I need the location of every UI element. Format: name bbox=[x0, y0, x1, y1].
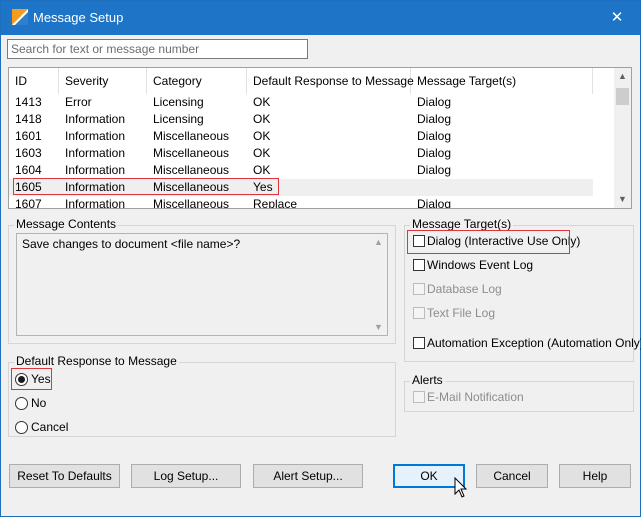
message-contents-text: Save changes to document <file name>? bbox=[22, 237, 241, 251]
message-contents-label: Message Contents bbox=[14, 217, 119, 231]
cell-default-response: Yes bbox=[253, 180, 273, 194]
scroll-thumb[interactable] bbox=[616, 88, 629, 105]
column-header-id[interactable]: ID bbox=[9, 68, 59, 94]
cell-default-response: OK bbox=[253, 95, 271, 109]
cell-severity: Information bbox=[65, 180, 126, 194]
windows-event-log-label[interactable]: Windows Event Log bbox=[427, 258, 533, 272]
cell-id: 1605 bbox=[15, 180, 42, 194]
cell-default-response: OK bbox=[253, 112, 271, 126]
cancel-radio-label[interactable]: Cancel bbox=[31, 420, 68, 434]
cell-message-targets: Dialog bbox=[417, 112, 452, 126]
help-button[interactable]: Help bbox=[559, 464, 631, 488]
scroll-up-icon[interactable]: ▲ bbox=[614, 68, 631, 85]
cell-severity: Information bbox=[65, 129, 126, 143]
alerts-label: Alerts bbox=[410, 373, 445, 387]
cell-id: 1604 bbox=[15, 163, 42, 177]
table-row[interactable]: 1413 Error Licensing OK Dialog bbox=[9, 94, 593, 111]
table-row[interactable]: 1603 Information Miscellaneous OK Dialog bbox=[9, 145, 593, 162]
default-response-label: Default Response to Message bbox=[14, 354, 179, 368]
radio-selected-dot bbox=[18, 376, 25, 383]
database-log-checkbox bbox=[413, 283, 425, 295]
scroll-up-icon: ▲ bbox=[374, 237, 383, 247]
cell-id: 1418 bbox=[15, 112, 42, 126]
cell-default-response: OK bbox=[253, 146, 271, 160]
cell-severity: Information bbox=[65, 163, 126, 177]
table-scrollbar[interactable]: ▲ ▼ bbox=[614, 68, 631, 208]
cell-id: 1603 bbox=[15, 146, 42, 160]
table-row[interactable]: 1601 Information Miscellaneous OK Dialog bbox=[9, 128, 593, 145]
search-input[interactable] bbox=[7, 39, 308, 59]
dialog-checkbox-label[interactable]: Dialog (Interactive Use Only) bbox=[427, 234, 580, 248]
yes-radio[interactable] bbox=[15, 373, 28, 386]
text-file-log-label: Text File Log bbox=[427, 306, 496, 320]
column-header-default-response[interactable]: Default Response to Message bbox=[247, 68, 414, 94]
alert-setup-button[interactable]: Alert Setup... bbox=[253, 464, 363, 488]
cell-default-response: OK bbox=[253, 163, 271, 177]
scroll-down-icon[interactable]: ▼ bbox=[614, 191, 631, 208]
table-row[interactable]: 1418 Information Licensing OK Dialog bbox=[9, 111, 593, 128]
cell-severity: Error bbox=[65, 95, 92, 109]
message-table: ID Severity Category Default Response to… bbox=[8, 67, 632, 209]
windows-event-log-checkbox[interactable] bbox=[413, 259, 425, 271]
table-header: ID Severity Category Default Response to… bbox=[9, 68, 616, 94]
mouse-cursor-icon bbox=[454, 477, 468, 498]
column-header-category[interactable]: Category bbox=[147, 68, 247, 94]
reset-to-defaults-button[interactable]: Reset To Defaults bbox=[9, 464, 120, 488]
title-bar: Message Setup ✕ bbox=[1, 1, 640, 35]
log-setup-button[interactable]: Log Setup... bbox=[131, 464, 241, 488]
automation-exception-checkbox[interactable] bbox=[413, 337, 425, 349]
cell-message-targets: Dialog bbox=[417, 163, 452, 177]
cell-category: Licensing bbox=[153, 112, 204, 126]
no-radio-label[interactable]: No bbox=[31, 396, 46, 410]
cell-severity: Information bbox=[65, 112, 126, 126]
cell-default-response: Replace bbox=[253, 197, 298, 209]
cell-category: Miscellaneous bbox=[153, 163, 230, 177]
cancel-button[interactable]: Cancel bbox=[476, 464, 548, 488]
cell-category: Miscellaneous bbox=[153, 180, 230, 194]
database-log-label: Database Log bbox=[427, 282, 502, 296]
table-row[interactable]: 1607 Information Miscellaneous Replace D… bbox=[9, 196, 593, 209]
email-notification-checkbox bbox=[413, 391, 425, 403]
table-row-selected[interactable]: 1605 Information Miscellaneous Yes bbox=[9, 179, 593, 196]
automation-exception-label[interactable]: Automation Exception (Automation Only) bbox=[427, 336, 641, 350]
cell-message-targets: Dialog bbox=[417, 197, 452, 209]
cell-category: Miscellaneous bbox=[153, 146, 230, 160]
cell-category: Miscellaneous bbox=[153, 129, 230, 143]
cell-message-targets: Dialog bbox=[417, 95, 452, 109]
cell-category: Licensing bbox=[153, 95, 204, 109]
cell-severity: Information bbox=[65, 197, 126, 209]
dialog-checkbox[interactable] bbox=[413, 235, 425, 247]
message-contents-field: Save changes to document <file name>? ▲ … bbox=[16, 233, 388, 336]
text-file-log-checkbox bbox=[413, 307, 425, 319]
cell-message-targets: Dialog bbox=[417, 129, 452, 143]
cancel-radio[interactable] bbox=[15, 421, 28, 434]
message-contents-scrollbar: ▲ ▼ bbox=[370, 234, 387, 335]
message-setup-dialog: Message Setup ✕ ID Severity Category Def… bbox=[0, 0, 641, 517]
cell-id: 1607 bbox=[15, 197, 42, 209]
cell-message-targets bbox=[411, 179, 593, 196]
column-header-severity[interactable]: Severity bbox=[59, 68, 147, 94]
column-header-message-targets[interactable]: Message Target(s) bbox=[411, 68, 593, 94]
close-button[interactable]: ✕ bbox=[594, 1, 640, 35]
cell-category: Miscellaneous bbox=[153, 197, 230, 209]
table-row[interactable]: 1604 Information Miscellaneous OK Dialog bbox=[9, 162, 593, 179]
cell-message-targets: Dialog bbox=[417, 146, 452, 160]
no-radio[interactable] bbox=[15, 397, 28, 410]
cell-severity: Information bbox=[65, 146, 126, 160]
cell-default-response: OK bbox=[253, 129, 271, 143]
yes-radio-label[interactable]: Yes bbox=[31, 372, 51, 386]
cell-id: 1413 bbox=[15, 95, 42, 109]
window-title: Message Setup bbox=[33, 10, 124, 25]
message-targets-label: Message Target(s) bbox=[410, 217, 514, 231]
app-icon bbox=[12, 9, 28, 25]
scroll-down-icon: ▼ bbox=[374, 322, 383, 332]
email-notification-label: E-Mail Notification bbox=[427, 390, 524, 404]
cell-id: 1601 bbox=[15, 129, 42, 143]
